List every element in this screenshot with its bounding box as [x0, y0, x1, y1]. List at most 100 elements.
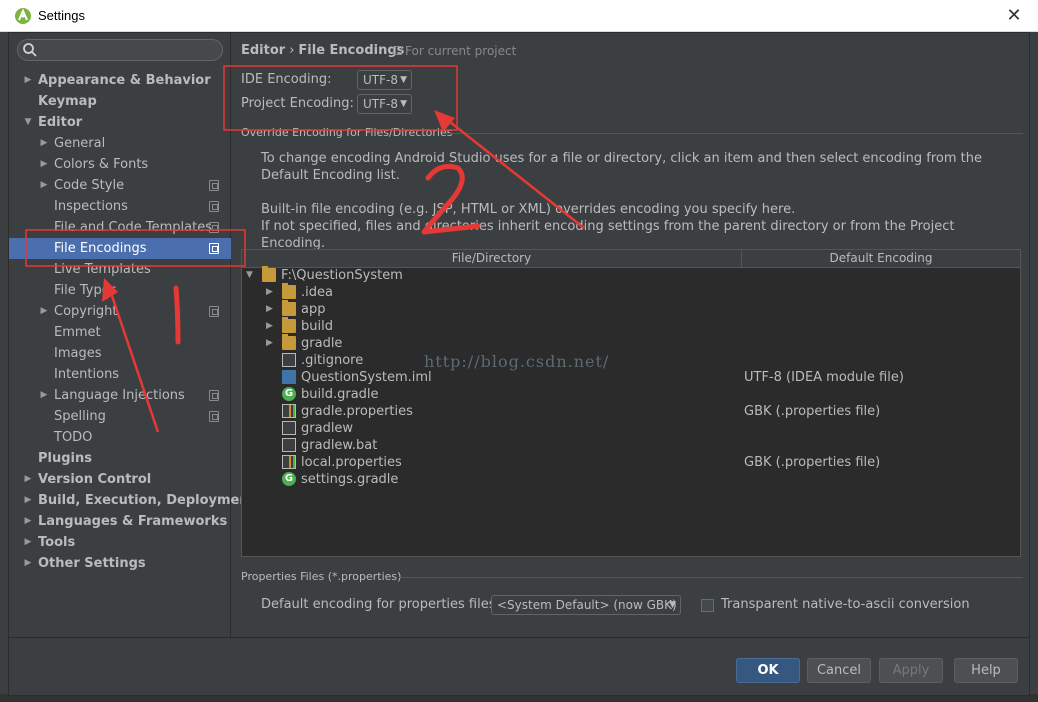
collapsed-arrow-icon[interactable]: ▶: [23, 490, 33, 511]
transparent-conversion-checkbox[interactable]: [701, 599, 714, 612]
file-name: gradle.properties: [301, 404, 413, 419]
sidebar-item-label: Language Injections: [54, 388, 185, 403]
collapsed-arrow-icon[interactable]: ▶: [39, 385, 49, 406]
sidebar-item[interactable]: Intentions: [9, 364, 231, 385]
properties-file-icon: [282, 404, 296, 418]
sidebar-item[interactable]: ▶ Languages & Frameworks: [9, 511, 231, 532]
properties-encoding-value: <System Default> (now GBK): [497, 598, 677, 612]
breadcrumb-editor[interactable]: Editor: [241, 43, 285, 58]
sidebar-item[interactable]: ▼ Editor: [9, 112, 231, 133]
sidebar-item[interactable]: Inspections: [9, 196, 231, 217]
gradle-icon: G: [282, 472, 296, 486]
sidebar-item[interactable]: ▶ Version Control: [9, 469, 231, 490]
sidebar-item[interactable]: File Types: [9, 280, 231, 301]
column-header-file[interactable]: File/Directory: [242, 250, 742, 268]
table-row[interactable]: ▶ app: [242, 300, 1020, 318]
table-row[interactable]: gradle.properties GBK (.properties file): [242, 403, 1020, 420]
sidebar-item[interactable]: File Encodings: [9, 238, 231, 259]
project-encoding-value: UTF-8: [363, 97, 398, 111]
collapsed-arrow-icon[interactable]: ▶: [23, 553, 33, 574]
sidebar-item[interactable]: Spelling: [9, 406, 231, 427]
ide-encoding-value: UTF-8: [363, 73, 398, 87]
sidebar-item-label: File Encodings: [54, 241, 147, 256]
help-button[interactable]: Help: [954, 658, 1018, 683]
sidebar-item[interactable]: Images: [9, 343, 231, 364]
file-encoding-value[interactable]: UTF-8 (IDEA module file): [744, 369, 904, 386]
file-encoding-value[interactable]: GBK (.properties file): [744, 454, 880, 471]
collapsed-arrow-icon[interactable]: ▶: [39, 301, 49, 322]
project-encoding-label: Project Encoding:: [241, 96, 354, 111]
collapsed-arrow-icon[interactable]: ▶: [266, 284, 276, 301]
table-row[interactable]: Gsettings.gradle: [242, 471, 1020, 488]
settings-sidebar: ▶ Appearance & Behavior Keymap ▼ Editor ▶ Gene…: [9, 33, 255, 637]
table-row[interactable]: ▶ .idea: [242, 283, 1020, 301]
dialog-footer: OK Cancel Apply Help: [9, 637, 1029, 695]
folder-icon: [262, 266, 276, 282]
file-name: gradlew.bat: [301, 438, 378, 453]
sidebar-item[interactable]: Live Templates: [9, 259, 231, 280]
file-encoding-value[interactable]: GBK (.properties file): [744, 403, 880, 420]
cancel-button[interactable]: Cancel: [807, 658, 871, 683]
table-row[interactable]: gradlew.bat: [242, 437, 1020, 454]
table-row[interactable]: gradlew: [242, 420, 1020, 437]
project-encoding-select[interactable]: UTF-8 ▼: [357, 94, 412, 114]
ide-encoding-select[interactable]: UTF-8 ▼: [357, 70, 412, 90]
collapsed-arrow-icon[interactable]: ▶: [23, 532, 33, 553]
android-studio-icon: [15, 8, 31, 24]
table-row[interactable]: ▼ F:\QuestionSystem: [242, 266, 1020, 284]
apply-button[interactable]: Apply: [879, 658, 943, 683]
sidebar-item-label: Intentions: [54, 367, 120, 382]
transparent-conversion-label[interactable]: Transparent native-to-ascii conversion: [721, 597, 970, 612]
ok-button[interactable]: OK: [736, 658, 800, 683]
sidebar-item[interactable]: ▶ General: [9, 133, 231, 154]
table-row[interactable]: .gitignore: [242, 352, 1020, 369]
collapsed-arrow-icon[interactable]: ▶: [23, 469, 33, 490]
sidebar-item-label: Version Control: [38, 472, 152, 487]
sidebar-item[interactable]: ▶ Language Injections: [9, 385, 231, 406]
collapsed-arrow-icon[interactable]: ▶: [23, 70, 33, 91]
table-row[interactable]: ▶ gradle: [242, 334, 1020, 352]
sidebar-item-label: File and Code Templates: [54, 220, 212, 235]
title-bar: Settings ✕: [0, 0, 1038, 32]
sidebar-item[interactable]: Plugins: [9, 448, 231, 469]
expanded-arrow-icon[interactable]: ▼: [246, 267, 256, 284]
close-button[interactable]: ✕: [1002, 4, 1026, 28]
collapsed-arrow-icon[interactable]: ▶: [266, 301, 276, 318]
expanded-arrow-icon[interactable]: ▼: [23, 112, 33, 133]
sidebar-item[interactable]: TODO: [9, 427, 231, 448]
gradle-icon: G: [282, 387, 296, 401]
collapsed-arrow-icon[interactable]: ▶: [23, 511, 33, 532]
column-header-encoding[interactable]: Default Encoding: [742, 250, 1020, 268]
sidebar-item[interactable]: File and Code Templates: [9, 217, 231, 238]
sidebar-item[interactable]: Emmet: [9, 322, 231, 343]
sidebar-item[interactable]: ▶ Build, Execution, Deployment: [9, 490, 255, 511]
search-input[interactable]: [17, 39, 223, 61]
table-row[interactable]: ▶ build: [242, 317, 1020, 335]
sidebar-item[interactable]: ▶ Other Settings: [9, 553, 231, 574]
file-icon: [282, 438, 296, 452]
sidebar-item[interactable]: Keymap: [9, 91, 231, 112]
table-row[interactable]: QuestionSystem.iml UTF-8 (IDEA module fil…: [242, 369, 1020, 386]
sidebar-item[interactable]: ▶ Colors & Fonts: [9, 154, 231, 175]
table-row[interactable]: local.properties GBK (.properties file): [242, 454, 1020, 471]
collapsed-arrow-icon[interactable]: ▶: [39, 175, 49, 196]
sidebar-item-label: Colors & Fonts: [54, 157, 149, 172]
project-settings-icon: [209, 201, 219, 212]
file-name: app: [301, 302, 326, 317]
collapsed-arrow-icon[interactable]: ▶: [39, 133, 49, 154]
file-icon: [282, 353, 296, 367]
sidebar-item[interactable]: ▶ Appearance & Behavior: [9, 70, 231, 91]
properties-encoding-select[interactable]: <System Default> (now GBK) ▼: [491, 595, 681, 615]
sidebar-item[interactable]: ▶ Code Style: [9, 175, 231, 196]
breadcrumb-separator: ›: [289, 43, 295, 58]
file-name: build: [301, 319, 333, 334]
sidebar-item[interactable]: ▶ Tools: [9, 532, 231, 553]
collapsed-arrow-icon[interactable]: ▶: [266, 335, 276, 352]
section-divider: [445, 133, 1023, 134]
collapsed-arrow-icon[interactable]: ▶: [266, 318, 276, 335]
sidebar-item[interactable]: ▶ Copyright: [9, 301, 231, 322]
properties-encoding-label: Default encoding for properties files:: [261, 597, 500, 612]
collapsed-arrow-icon[interactable]: ▶: [39, 154, 49, 175]
table-row[interactable]: Gbuild.gradle: [242, 386, 1020, 403]
project-scope-icon: [393, 46, 402, 55]
